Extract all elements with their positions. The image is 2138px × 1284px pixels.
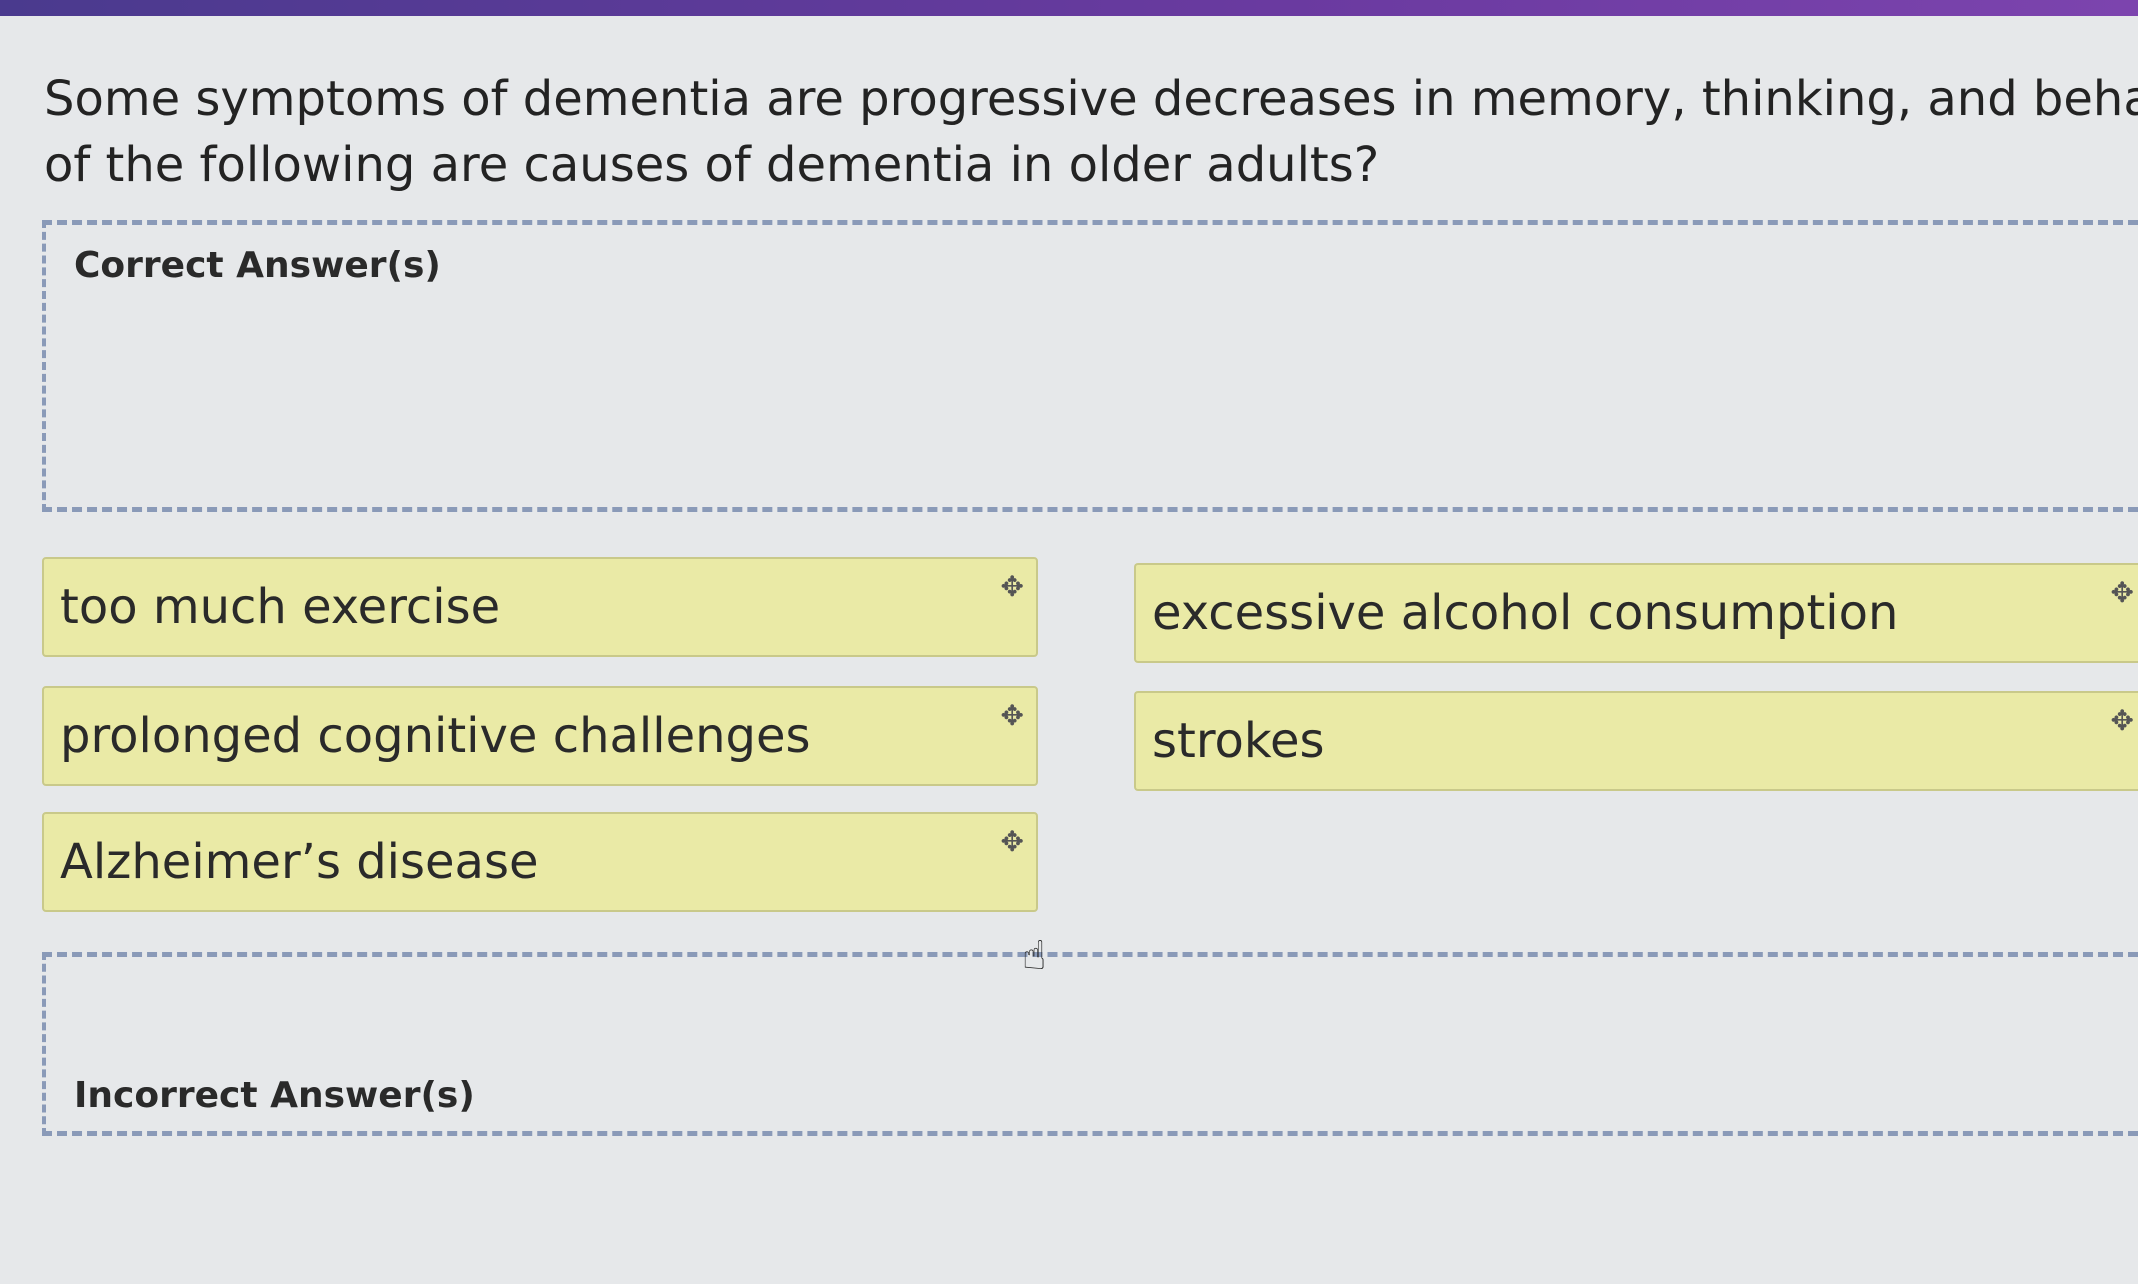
correct-answers-label: Correct Answer(s) xyxy=(74,245,441,286)
option-label: too much exercise xyxy=(60,579,501,635)
option-label: excessive alcohol consumption xyxy=(1152,585,1899,641)
option-strokes[interactable]: strokes ✥ xyxy=(1134,691,2138,791)
question-line-1: Some symptoms of dementia are progressiv… xyxy=(44,71,2138,127)
move-icon[interactable]: ✥ xyxy=(1001,573,1024,601)
incorrect-answers-dropzone[interactable]: Incorrect Answer(s) xyxy=(42,952,2138,1136)
option-label: strokes xyxy=(1152,713,1325,769)
move-icon[interactable]: ✥ xyxy=(2111,707,2134,735)
option-too-much-exercise[interactable]: too much exercise ✥ xyxy=(42,557,1038,657)
move-icon[interactable]: ✥ xyxy=(2111,579,2134,607)
move-icon[interactable]: ✥ xyxy=(1001,702,1024,730)
option-excessive-alcohol-consumption[interactable]: excessive alcohol consumption ✥ xyxy=(1134,563,2138,663)
hand-cursor-icon: ☝ xyxy=(1022,933,1047,979)
option-label: Alzheimer’s disease xyxy=(60,834,539,890)
move-icon[interactable]: ✥ xyxy=(1001,828,1024,856)
option-prolonged-cognitive-challenges[interactable]: prolonged cognitive challenges ✥ xyxy=(42,686,1038,786)
top-accent-bar xyxy=(0,0,2138,16)
option-alzheimers-disease[interactable]: Alzheimer’s disease ✥ xyxy=(42,812,1038,912)
question-line-2: of the following are causes of dementia … xyxy=(44,137,1380,193)
incorrect-answers-label: Incorrect Answer(s) xyxy=(74,1075,475,1116)
option-label: prolonged cognitive challenges xyxy=(60,708,811,764)
question-text: Some symptoms of dementia are progressiv… xyxy=(44,66,2138,198)
correct-answers-dropzone[interactable]: Correct Answer(s) xyxy=(42,220,2138,512)
